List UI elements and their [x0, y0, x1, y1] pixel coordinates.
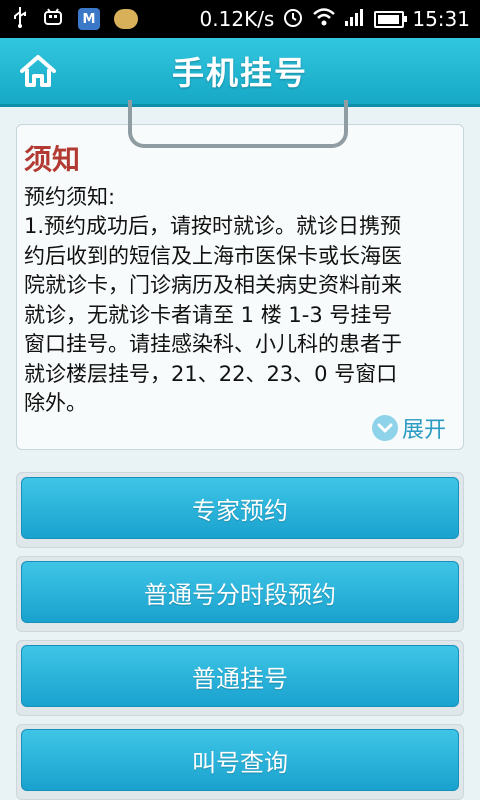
app-header: 手机挂号 — [0, 38, 480, 107]
clipboard-clip — [128, 100, 348, 148]
notice-line: 约后收到的短信及上海市医保卡或长海医 — [24, 243, 402, 268]
queue-query-button[interactable]: 叫号查询 — [21, 729, 459, 791]
expert-booking-wrap: 专家预约 — [16, 472, 464, 548]
wifi-icon — [312, 7, 336, 31]
notice-text: 1.预约成功后，请按时就诊。就诊日携预 约后收到的短信及上海市医保卡或长海医 院… — [24, 212, 450, 419]
notice-subtitle: 预约须知: — [24, 185, 116, 209]
notice-line: 就诊，无就诊卡者请至 1 楼 1-3 号挂号 — [24, 302, 393, 327]
alarm-icon — [282, 6, 304, 32]
app-notification-icon: M — [78, 8, 100, 30]
notice-line: 院就诊卡，门诊病历及相关病史资料前来 — [24, 273, 402, 297]
timeslot-booking-wrap: 普通号分时段预约 — [16, 556, 464, 632]
notice-line: 窗口挂号。请挂感染科、小儿科的患者于 — [24, 332, 402, 356]
regular-registration-button[interactable]: 普通挂号 — [21, 645, 459, 707]
system-status: 0.12K/s 15:31 — [200, 6, 470, 32]
battery-icon — [374, 10, 408, 28]
notice-line: 1.预约成功后，请按时就诊。就诊日携预 — [24, 214, 402, 238]
home-button[interactable] — [16, 52, 60, 90]
timeslot-booking-button[interactable]: 普通号分时段预约 — [21, 561, 459, 623]
expand-button[interactable]: 展开 — [372, 412, 446, 444]
android-debug-icon — [42, 6, 64, 32]
queue-query-wrap: 叫号查询 — [16, 724, 464, 800]
expert-booking-button[interactable]: 专家预约 — [21, 477, 459, 539]
expand-label: 展开 — [402, 418, 447, 443]
chevron-down-icon — [372, 415, 398, 441]
clock: 15:31 — [412, 7, 470, 31]
network-speed: 0.12K/s — [199, 7, 275, 31]
regular-registration-wrap: 普通挂号 — [16, 640, 464, 716]
signal-icon — [344, 7, 366, 31]
notice-title: 须知 — [24, 143, 81, 176]
notice-line: 就诊楼层挂号，21、22、23、0 号窗口 — [24, 361, 398, 386]
usb-icon — [12, 6, 28, 32]
status-bar: M 0.12K/s 15:31 — [0, 0, 480, 38]
home-icon — [20, 55, 56, 87]
food-app-icon — [114, 9, 138, 29]
page-title: 手机挂号 — [171, 54, 308, 92]
notification-icons: M — [12, 6, 138, 32]
